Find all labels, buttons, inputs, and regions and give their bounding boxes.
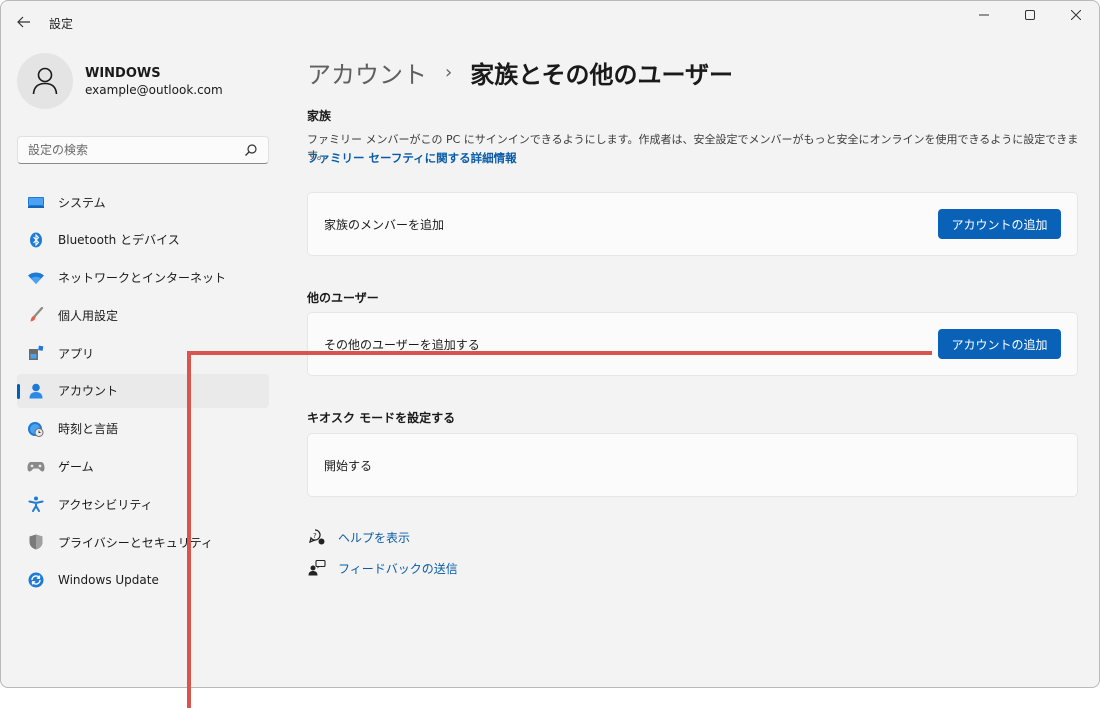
send-feedback-label: フィードバックの送信 [338, 561, 458, 576]
window-controls [961, 1, 1099, 29]
breadcrumb-separator: › [445, 62, 453, 83]
apps-icon [26, 343, 46, 363]
family-section-title: 家族 [307, 109, 332, 123]
family-safety-link[interactable]: ファミリー セーフティに関する詳細情報 [307, 150, 517, 166]
back-arrow-icon [17, 16, 30, 28]
user-profile[interactable]: WINDOWS example@outlook.com [17, 53, 223, 109]
page-title: 家族とその他のユーザー [470, 61, 734, 89]
sidebar-item-label: Bluetooth とデバイス [58, 233, 180, 248]
network-icon [26, 268, 46, 288]
user-avatar-icon [32, 67, 58, 95]
bluetooth-icon [26, 230, 46, 250]
brush-icon [26, 305, 46, 325]
accessibility-icon [26, 494, 46, 514]
annotation-line-vertical [187, 351, 191, 708]
close-button[interactable] [1053, 1, 1099, 29]
add-family-account-button[interactable]: アカウントの追加 [938, 209, 1061, 239]
sidebar-item-accounts[interactable]: アカウント [17, 373, 269, 408]
sidebar-item-system[interactable]: システム [17, 185, 269, 219]
sidebar-item-label: ゲーム [58, 460, 94, 475]
help-icon: ? [307, 527, 327, 547]
breadcrumb-parent[interactable]: アカウント [307, 55, 427, 90]
sidebar-item-label: アクセシビリティ [58, 497, 153, 512]
sidebar-nav: システム Bluetooth とデバイス ネットワークとインターネット 個人用設… [17, 185, 269, 601]
other-users-section-title: 他のユーザー [307, 291, 379, 305]
sidebar-item-label: アカウント [58, 384, 119, 399]
sidebar-item-bluetooth[interactable]: Bluetooth とデバイス [17, 223, 269, 257]
gamepad-icon [26, 457, 46, 477]
sidebar-item-personalization[interactable]: 個人用設定 [17, 298, 269, 332]
sidebar-item-accessibility[interactable]: アクセシビリティ [17, 487, 269, 521]
sidebar-item-time-language[interactable]: 時刻と言語 [17, 412, 269, 446]
sidebar-item-label: Windows Update [58, 572, 159, 587]
minimize-icon [979, 14, 989, 16]
add-other-user-label: その他のユーザーを追加する [324, 337, 480, 352]
sidebar-item-privacy[interactable]: プライバシーとセキュリティ [17, 525, 269, 559]
system-icon [26, 192, 46, 212]
annotation-line-horizontal [187, 351, 932, 355]
sidebar-item-windows-update[interactable]: Windows Update [17, 563, 269, 597]
title-bar: 設定 [1, 1, 1099, 45]
maximize-button[interactable] [1007, 1, 1053, 29]
sidebar-item-gaming[interactable]: ゲーム [17, 450, 269, 484]
show-help-link[interactable]: ? ヘルプを表示 [307, 527, 410, 547]
add-family-member-label: 家族のメンバーを追加 [324, 217, 445, 232]
shield-icon [26, 532, 46, 552]
send-feedback-link[interactable]: フィードバックの送信 [307, 558, 458, 578]
sidebar-item-label: 個人用設定 [58, 308, 119, 323]
close-icon [1071, 10, 1081, 20]
settings-search [17, 136, 269, 164]
sidebar-item-label: アプリ [58, 346, 95, 361]
profile-email: example@outlook.com [85, 82, 223, 97]
add-other-user-card: その他のユーザーを追加する アカウントの追加 [307, 312, 1078, 376]
feedback-icon [307, 558, 327, 578]
svg-text:?: ? [313, 532, 317, 540]
search-icon[interactable] [244, 143, 258, 157]
maximize-icon [1025, 10, 1035, 20]
breadcrumb: アカウント › 家族とその他のユーザー [307, 55, 733, 90]
add-other-account-button[interactable]: アカウントの追加 [938, 329, 1061, 359]
settings-window: 設定 WINDOWS example@outlook.com 設定の検索 システ… [0, 0, 1100, 688]
search-input[interactable] [18, 137, 228, 163]
update-icon [26, 570, 46, 590]
show-help-label: ヘルプを表示 [338, 530, 411, 545]
kiosk-start-label: 開始する [324, 458, 373, 473]
sidebar-item-network[interactable]: ネットワークとインターネット [17, 261, 269, 295]
sidebar-item-label: ネットワークとインターネット [58, 271, 227, 286]
kiosk-section-title: キオスク モードを設定する [307, 411, 456, 425]
add-family-member-card: 家族のメンバーを追加 アカウントの追加 [307, 192, 1078, 256]
minimize-button[interactable] [961, 1, 1007, 29]
profile-name: WINDOWS [85, 65, 161, 81]
avatar [17, 53, 73, 109]
time-language-icon [26, 419, 46, 439]
sidebar-item-label: システム [58, 195, 106, 210]
window-title: 設定 [49, 17, 74, 31]
sidebar-item-label: 時刻と言語 [58, 422, 119, 437]
kiosk-start-card[interactable]: 開始する [307, 433, 1078, 497]
back-button[interactable] [13, 11, 35, 33]
account-icon [26, 381, 46, 401]
